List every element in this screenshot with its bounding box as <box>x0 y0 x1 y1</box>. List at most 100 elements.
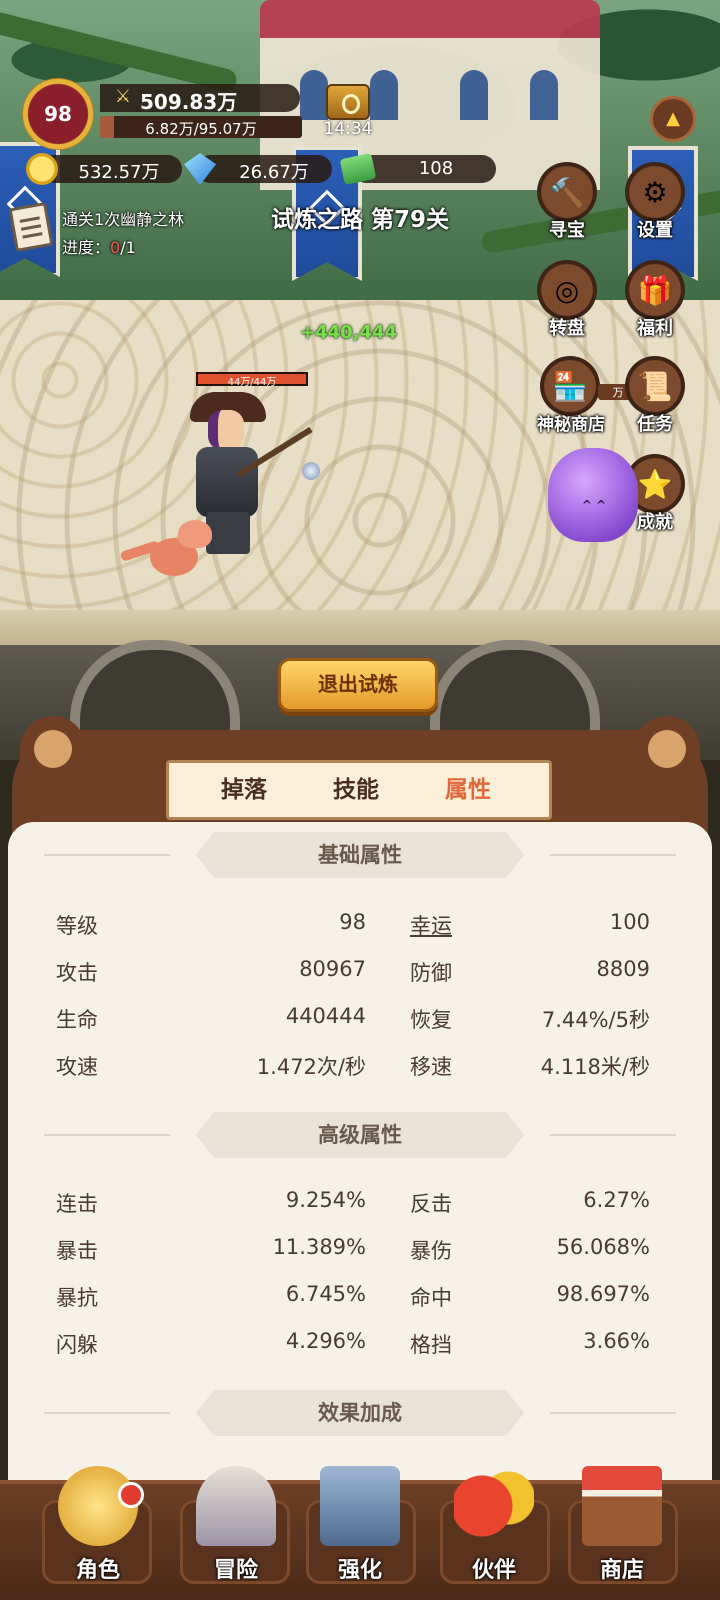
stat-value: 440444 <box>285 1004 366 1028</box>
anvil-icon <box>320 1466 400 1546</box>
stat-value: 3.66% <box>583 1329 650 1353</box>
nav-partner[interactable]: 伙伴 <box>434 1466 554 1600</box>
stat-value: 6.27% <box>583 1188 650 1212</box>
stage-title: 试炼之路 第79关 <box>270 207 449 233</box>
stat-label: 暴抗 <box>56 1286 98 1310</box>
nav-partner-label: 伙伴 <box>471 1558 516 1583</box>
heal-floating-text: +440,444 <box>300 322 398 343</box>
notification-dot <box>118 1482 144 1508</box>
stat-row: 暴击 11.389% 暴伤 56.068% <box>56 1235 664 1275</box>
tab-drop[interactable]: 掉落 <box>189 763 299 817</box>
stat-label: 恢复 <box>410 1008 452 1032</box>
nav-shop-label: 商店 <box>599 1558 644 1583</box>
nav-shop[interactable]: 商店 <box>562 1466 682 1600</box>
stat-label: 攻速 <box>56 1055 98 1079</box>
stat-value: 98 <box>339 910 366 934</box>
panel-ear <box>20 716 86 782</box>
treasure-hunt-label: 寻宝 <box>549 220 585 241</box>
stat-label: 连击 <box>56 1192 98 1216</box>
stat-row: 连击 9.254% 反击 6.27% <box>56 1188 664 1228</box>
nav-enhance[interactable]: 强化 <box>300 1466 420 1600</box>
welfare-label: 福利 <box>637 318 673 339</box>
stat-row: 闪躲 4.296% 格挡 3.66% <box>56 1329 664 1369</box>
nav-adventure-label: 冒险 <box>213 1558 258 1583</box>
stat-label: 等级 <box>56 914 98 938</box>
quest-progress-total: /1 <box>120 238 136 257</box>
stat-value: 6.745% <box>285 1282 366 1306</box>
stat-row: 生命 440444 恢复 7.44%/5秒 <box>56 1004 664 1044</box>
game-screen: 98 ⚔ 509.83万 6.82万/95.07万 14:34 ▲ 532.57… <box>0 0 720 1600</box>
tab-attributes[interactable]: 属性 <box>413 763 523 817</box>
section-bonus-title: 效果加成 <box>318 1401 402 1425</box>
exit-trial-button[interactable]: 退出试炼 <box>278 658 438 712</box>
tab-skill[interactable]: 技能 <box>301 763 411 817</box>
quest-progress: 进度：0/1 <box>62 234 136 258</box>
tasks-button[interactable]: 📜 任务 <box>616 356 694 440</box>
quest-title[interactable]: 通关1次幽静之林 <box>62 206 184 230</box>
gold-amount: 532.57万 <box>78 162 160 183</box>
exp-bar: 6.82万/95.07万 <box>100 116 302 138</box>
stat-value: 98.697% <box>556 1282 650 1306</box>
hammer-icon: 🔨 <box>537 162 597 222</box>
castle-window <box>460 70 488 120</box>
stat-label: 暴击 <box>56 1239 98 1263</box>
castle-window <box>300 70 328 120</box>
settings-button[interactable]: ⚙ 设置 <box>616 162 694 246</box>
player-level: 98 <box>44 102 72 126</box>
section-advanced-title: 高级属性 <box>318 1123 402 1147</box>
hero-hp-bar: 44万/44万 <box>196 372 308 388</box>
stat-row: 等级 98 幸运 100 <box>56 910 664 950</box>
crossed-swords-icon: ⚔ <box>114 86 132 107</box>
stat-value: 56.068% <box>556 1235 650 1259</box>
quest-progress-label: 进度： <box>62 238 111 257</box>
stat-label: 移速 <box>410 1055 452 1079</box>
luck-link[interactable]: 幸运 <box>410 910 452 940</box>
castle-window <box>530 70 558 120</box>
exit-trial-label: 退出试炼 <box>318 672 398 696</box>
stat-value: 100 <box>609 910 650 934</box>
exp-text: 6.82万/95.07万 <box>145 120 257 138</box>
castle-window <box>370 70 398 120</box>
gold-coin-icon <box>26 153 58 185</box>
wheel-label: 转盘 <box>549 318 585 339</box>
stat-label: 闪躲 <box>56 1333 98 1357</box>
nav-role-label: 角色 <box>75 1558 120 1583</box>
quest-scroll-icon[interactable] <box>8 202 54 252</box>
shop-stall-icon: 🏪 <box>540 356 600 416</box>
cash-amount: 108 <box>418 158 454 179</box>
hero-hp-text: 44万/44万 <box>227 377 277 388</box>
partner-creatures-icon <box>454 1466 534 1546</box>
stat-row: 攻速 1.472次/秒 移速 4.118米/秒 <box>56 1051 664 1091</box>
scroll-icon: 📜 <box>625 356 685 416</box>
stat-label: 攻击 <box>56 961 98 985</box>
stat-value: 8809 <box>596 957 650 981</box>
combat-power: 509.83万 <box>140 90 238 114</box>
stat-label: 生命 <box>56 1008 98 1032</box>
staff-orb <box>302 462 320 480</box>
mystery-shop-label: 神秘商店 <box>537 415 605 435</box>
collapse-menu-button[interactable]: ▲ <box>650 96 696 142</box>
player-level-badge[interactable]: 98 <box>22 78 94 150</box>
stat-row: 攻击 80967 防御 8809 <box>56 957 664 997</box>
stat-value: 7.44%/5秒 <box>541 1008 650 1032</box>
tasks-label: 任务 <box>637 414 673 435</box>
chest-timer: 14:34 <box>323 119 373 139</box>
gem-amount: 26.67万 <box>239 162 309 183</box>
section-bonus-header: 效果加成 <box>44 1390 676 1436</box>
stat-value: 1.472次/秒 <box>256 1055 366 1079</box>
wheel-button[interactable]: ◎ 转盘 <box>528 260 606 344</box>
stat-value: 9.254% <box>285 1188 366 1212</box>
shop-stall-icon <box>582 1466 662 1546</box>
nav-adventure[interactable]: 冒险 <box>176 1466 296 1600</box>
panel-ear <box>634 716 700 782</box>
stat-value: 4.296% <box>285 1329 366 1353</box>
stat-value: 4.118米/秒 <box>540 1055 650 1079</box>
section-basic-title: 基础属性 <box>318 843 402 867</box>
treasure-hunt-button[interactable]: 🔨 寻宝 <box>528 162 606 246</box>
settings-label: 设置 <box>637 220 673 241</box>
stat-label: 格挡 <box>410 1333 452 1357</box>
treasure-chest-icon[interactable] <box>326 84 370 120</box>
section-advanced-header: 高级属性 <box>44 1112 676 1158</box>
portal-gate-icon <box>196 1466 276 1546</box>
welfare-button[interactable]: 🎁 福利 <box>616 260 694 344</box>
